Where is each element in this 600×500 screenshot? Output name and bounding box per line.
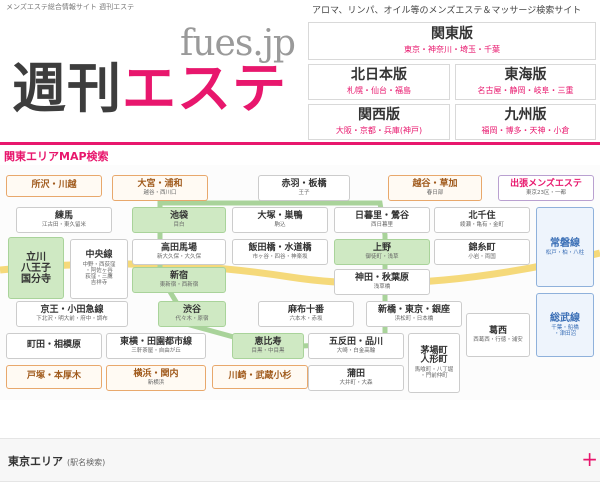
station-nerima[interactable]: 練馬 江古田・東久留米 [16,207,112,233]
kanto-area-map: 所沢・川越 大宮・浦和 越谷・西川口 赤羽・板橋 王子 越谷・草加 春日部 出張メンズ… [0,165,600,400]
region-name: 東海版 [504,66,547,83]
region-areas: 福岡・博多・天神・小倉 [481,126,570,136]
station-shinbashi[interactable]: 新橋・東京・銀座 浜松町・日本橋 [366,301,462,327]
region-kansai-button[interactable]: 関西版 大阪・京都・兵庫(神戸) [308,104,450,140]
station-kawasaki[interactable]: 川崎・武蔵小杉 [212,365,308,389]
region-tokai-button[interactable]: 東海版 名古屋・静岡・岐阜・三重 [455,64,596,100]
map-title: 関東エリアMAP検索 [4,150,109,163]
station-ikebukuro[interactable]: 池袋 目白 [132,207,226,233]
top-bar: メンズエステ総合情報サイト 週刊エステ アロマ、リンパ、オイル等のメンズエステ＆… [0,0,600,16]
station-kanda[interactable]: 神田・秋葉原 浅草橋 [334,269,430,295]
region-kitanihon-button[interactable]: 北日本版 札幌・仙台・福島 [308,64,450,100]
station-chuosen[interactable]: 中央線 中野・西荻窪 ・阿佐ヶ谷 荻窪・三鷹 吉祥寺 [70,239,128,299]
site-logo[interactable]: 週刊エステ [12,62,287,116]
region-kyushu-button[interactable]: 九州版 福岡・博多・天神・小倉 [455,104,596,140]
section-divider [0,142,600,145]
station-kasai[interactable]: 葛西 西葛西・行徳・浦安 [466,313,530,357]
station-totsuka[interactable]: 戸塚・本厚木 [6,365,102,389]
station-kayabacho[interactable]: 茅場町 人形町 馬喰町・八丁堀 ・門前仲町 [408,333,460,393]
logo-kana: エステ [122,57,287,120]
station-tachikawa[interactable]: 立川 八王子 国分寺 [8,237,64,299]
expand-plus-icon[interactable]: + [581,449,598,469]
station-otsuka[interactable]: 大塚・巣鴨 駒込 [232,207,328,233]
tokyo-area-accordion[interactable]: 東京エリア (駅名検索) + [0,438,600,482]
region-areas: 名古屋・静岡・岐阜・三重 [477,86,574,96]
region-name: 九州版 [504,106,547,123]
station-omiya[interactable]: 大宮・浦和 越谷・西川口 [112,175,208,201]
station-ueno[interactable]: 上野 御徒町・浅草 [334,239,430,265]
site-description: アロマ、リンパ、オイル等のメンズエステ＆マッサージ検索サイト [312,6,582,16]
station-gotanda[interactable]: 五反田・品川 大崎・白金高輪 [308,333,404,359]
station-koshigaya[interactable]: 越谷・草加 春日部 [388,175,482,201]
station-kinshicho[interactable]: 錦糸町 小岩・両国 [434,239,530,265]
station-shucchou[interactable]: 出張メンズエステ 東京23区・一都 [498,175,594,201]
station-yokohama[interactable]: 横浜・関内 新横浜 [106,365,206,391]
station-kamata[interactable]: 蒲田 大井町・大森 [308,365,404,391]
station-kitasenju[interactable]: 北千住 綾瀬・亀有・金町 [434,207,530,233]
station-nippori[interactable]: 日暮里・鶯谷 西日暮里 [334,207,430,233]
accordion-subtitle: (駅名検索) [67,458,106,467]
station-iidabashi[interactable]: 飯田橋・水道橋 市ヶ谷・四谷・神楽坂 [232,239,328,265]
station-machida[interactable]: 町田・相模原 [6,333,102,359]
region-name: 北日本版 [351,66,407,83]
station-shibuya[interactable]: 渋谷 代々木・原宿 [158,301,226,327]
region-name: 関西版 [358,106,400,123]
logo-kanji: 週刊 [12,57,122,120]
station-toyoko[interactable]: 東横・田園都市線 三軒茶屋・自由が丘 [106,333,206,359]
station-tokorozawa[interactable]: 所沢・川越 [6,175,102,197]
region-name: 関東版 [431,25,473,42]
region-areas: 札幌・仙台・福島 [347,86,411,96]
region-areas: 東京・神奈川・埼玉・千葉 [404,45,500,55]
station-shinjuku[interactable]: 新宿 東新宿・西新宿 [132,267,226,293]
site-tagline: メンズエステ総合情報サイト 週刊エステ [6,3,135,11]
station-azabu[interactable]: 麻布十番 六本木・赤坂 [258,301,354,327]
station-keio[interactable]: 京王・小田急線 下北沢・明大前・府中・調布 [16,301,128,327]
station-ebisu[interactable]: 恵比寿 目黒・中目黒 [232,333,304,359]
region-areas: 大阪・京都・兵庫(神戸) [335,126,423,136]
station-akabane[interactable]: 赤羽・板橋 王子 [258,175,350,201]
station-joban[interactable]: 常磐線 松戸・柏・八柱 [536,207,594,287]
accordion-title: 東京エリア (駅名検索) [8,455,106,468]
station-sobu[interactable]: 総武線 千葉・船橋 ・津田沼 [536,293,594,357]
region-kanto-button[interactable]: 関東版 東京・神奈川・埼玉・千葉 [308,22,596,60]
station-takadanobaba[interactable]: 高田馬場 新大久保・大久保 [132,239,226,265]
